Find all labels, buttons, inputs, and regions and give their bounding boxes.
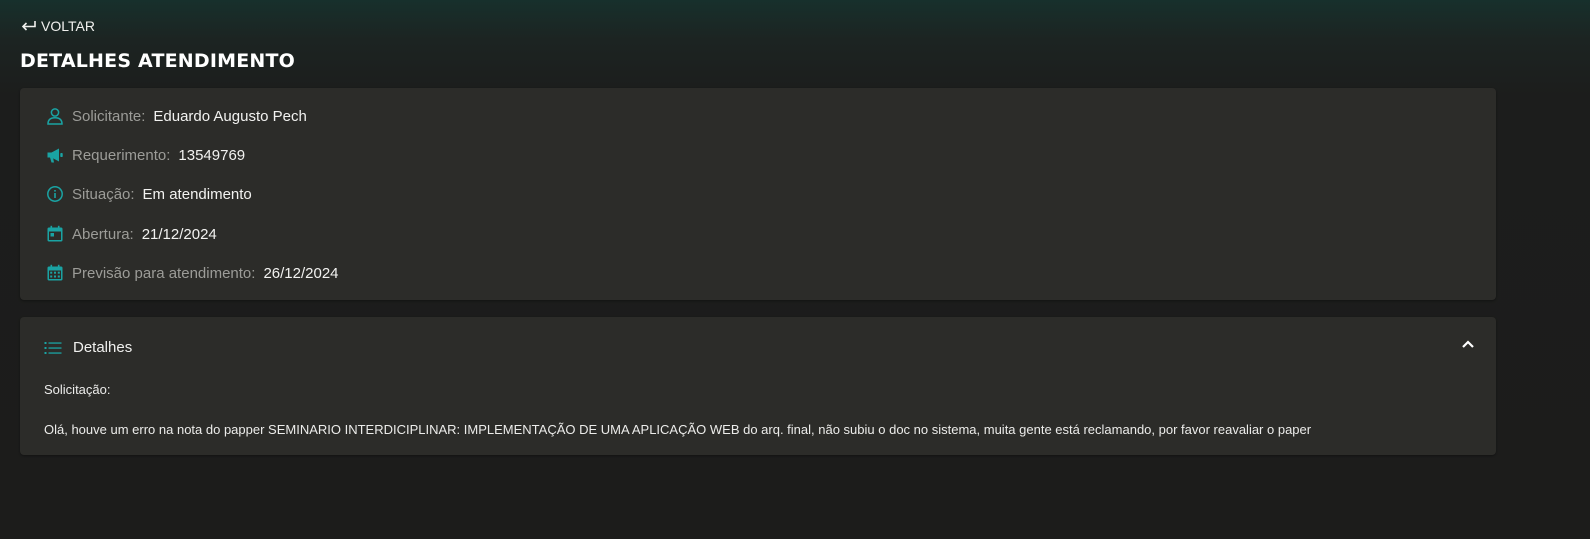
back-link[interactable]: VOLTAR: [20, 18, 95, 34]
chevron-up-icon: [1461, 336, 1475, 354]
page-title: DETALHES ATENDIMENTO: [20, 50, 296, 72]
info-row-abertura: Abertura: 21/12/2024: [46, 224, 217, 244]
info-card: Solicitante: Eduardo Augusto Pech Requer…: [20, 88, 1496, 300]
info-row-requerimento: Requerimento: 13549769: [46, 145, 245, 165]
return-arrow-icon: [20, 19, 38, 33]
megaphone-icon: [46, 146, 64, 164]
requerimento-label: Requerimento:: [72, 146, 171, 164]
calendar-icon: [46, 225, 64, 243]
previsao-value: 26/12/2024: [263, 264, 339, 282]
abertura-label: Abertura:: [72, 225, 134, 243]
info-row-solicitante: Solicitante: Eduardo Augusto Pech: [46, 106, 307, 126]
previsao-label: Previsão para atendimento:: [72, 264, 256, 282]
info-row-previsao: Previsão para atendimento: 26/12/2024: [46, 263, 339, 283]
calendar-month-icon: [46, 264, 64, 282]
person-icon: [46, 107, 64, 125]
solicitante-label: Solicitante:: [72, 107, 146, 125]
collapse-toggle-button[interactable]: [1460, 337, 1476, 353]
abertura-value: 21/12/2024: [141, 225, 217, 243]
situacao-value: Em atendimento: [142, 185, 252, 203]
situacao-label: Situação:: [72, 185, 135, 203]
list-icon: [44, 341, 62, 355]
solicitacao-label: Solicitação:: [44, 382, 111, 397]
details-title: Detalhes: [73, 339, 133, 356]
details-header[interactable]: Detalhes: [44, 339, 132, 356]
solicitante-value: Eduardo Augusto Pech: [153, 107, 307, 125]
back-label: VOLTAR: [41, 18, 95, 34]
info-icon: [46, 185, 64, 203]
info-row-situacao: Situação: Em atendimento: [46, 184, 252, 204]
details-panel: Detalhes Solicitação: Olá, houve um erro…: [20, 317, 1496, 455]
requerimento-value: 13549769: [178, 146, 246, 164]
solicitacao-text: Olá, houve um erro na nota do papper SEM…: [44, 422, 1312, 437]
